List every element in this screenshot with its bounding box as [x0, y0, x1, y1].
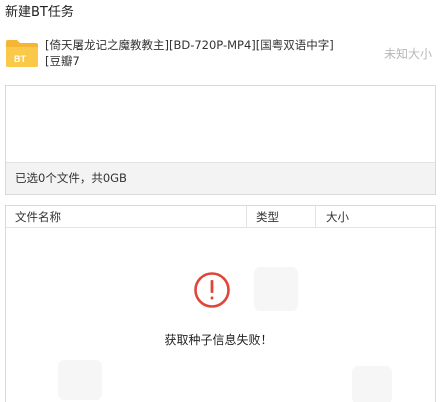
- selection-summary: 已选0个文件，共0GB: [15, 171, 127, 185]
- new-bt-task-dialog: 新建BT任务 BT [倚天屠龙记之魔教教主][BD-720P-MP4][国粤双语…: [0, 0, 441, 402]
- task-size: 未知大小: [383, 47, 432, 61]
- selection-summary-bar: 已选0个文件，共0GB: [6, 162, 435, 194]
- column-header-name[interactable]: 文件名称: [15, 206, 61, 228]
- dialog-title: 新建BT任务: [5, 5, 74, 20]
- column-divider[interactable]: [246, 206, 247, 228]
- file-list-header: 文件名称 类型 大小: [6, 206, 435, 228]
- task-name: [倚天屠龙记之魔教教主][BD-720P-MP4][国粤双语中字][豆瓣7: [45, 38, 334, 68]
- column-header-type[interactable]: 类型: [256, 206, 279, 228]
- bt-folder-icon: BT: [5, 38, 39, 68]
- placeholder-shape: [58, 360, 102, 400]
- column-divider[interactable]: [315, 206, 316, 228]
- task-info-row: BT [倚天屠龙记之魔教教主][BD-720P-MP4][国粤双语中字][豆瓣7…: [0, 34, 441, 78]
- file-preview-panel: 已选0个文件，共0GB: [5, 85, 436, 195]
- placeholder-shape: [352, 366, 392, 402]
- error-icon: [193, 271, 231, 309]
- file-list-empty-state: 获取种子信息失败！: [6, 228, 435, 402]
- bt-icon-label: BT: [14, 54, 26, 64]
- column-header-size[interactable]: 大小: [326, 206, 349, 228]
- title-bar[interactable]: 新建BT任务: [0, 0, 441, 32]
- file-list: 文件名称 类型 大小 获取种子信息失败！: [5, 205, 436, 402]
- placeholder-shape: [254, 267, 298, 311]
- error-message: 获取种子信息失败！: [164, 333, 273, 347]
